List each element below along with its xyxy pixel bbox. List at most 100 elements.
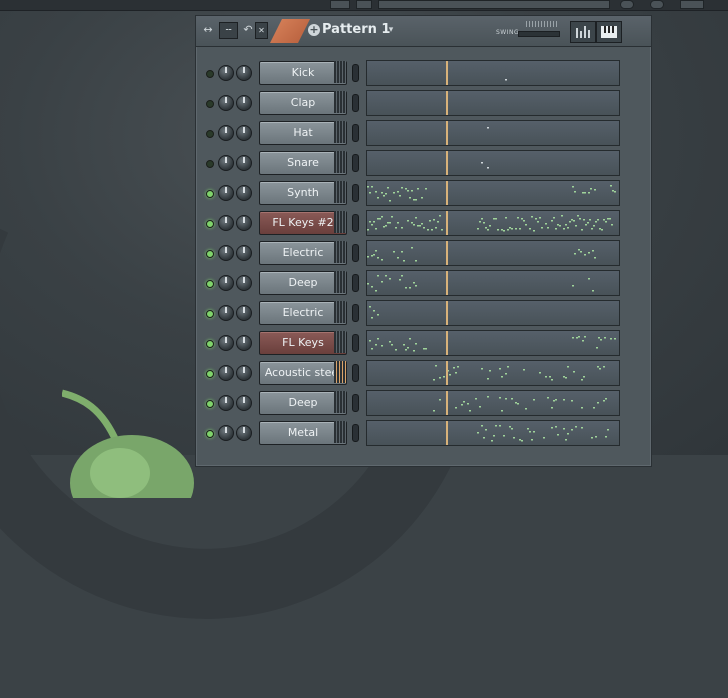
- channel-mute-toggle[interactable]: [352, 64, 359, 82]
- volume-knob[interactable]: [236, 335, 252, 351]
- piano-roll-preview[interactable]: [366, 300, 620, 326]
- volume-knob[interactable]: [236, 365, 252, 381]
- channel-select-grip[interactable]: [334, 181, 346, 203]
- pan-knob[interactable]: [218, 215, 234, 231]
- channel-led[interactable]: [206, 340, 214, 348]
- volume-knob[interactable]: [236, 305, 252, 321]
- add-pattern-icon[interactable]: +: [308, 24, 320, 36]
- toolbar-slider[interactable]: [378, 0, 610, 9]
- channel-mute-toggle[interactable]: [352, 394, 359, 412]
- channel-mute-toggle[interactable]: [352, 124, 359, 142]
- piano-roll-preview[interactable]: [366, 330, 620, 356]
- piano-roll-preview[interactable]: [366, 150, 620, 176]
- piano-roll-preview[interactable]: [366, 210, 620, 236]
- piano-roll-preview[interactable]: [366, 90, 620, 116]
- pattern-options-icon[interactable]: ╌: [219, 22, 238, 39]
- pan-knob[interactable]: [218, 335, 234, 351]
- channel-select-grip[interactable]: [334, 121, 346, 143]
- piano-roll-preview[interactable]: [366, 180, 620, 206]
- channel-select-grip[interactable]: [334, 91, 346, 113]
- channel-led[interactable]: [206, 370, 214, 378]
- pan-knob[interactable]: [218, 125, 234, 141]
- piano-roll-preview[interactable]: [366, 420, 620, 446]
- channel-mute-toggle[interactable]: [352, 424, 359, 442]
- note-mark: [559, 225, 561, 227]
- pan-knob[interactable]: [218, 395, 234, 411]
- channel-select-grip[interactable]: [334, 271, 346, 293]
- pan-knob[interactable]: [218, 65, 234, 81]
- piano-roll-view-button[interactable]: [596, 21, 622, 43]
- channel-led[interactable]: [206, 190, 214, 198]
- channel-mute-toggle[interactable]: [352, 334, 359, 352]
- volume-knob[interactable]: [236, 395, 252, 411]
- channel-led[interactable]: [206, 100, 214, 108]
- piano-roll-preview[interactable]: [366, 240, 620, 266]
- volume-knob[interactable]: [236, 95, 252, 111]
- piano-roll-preview[interactable]: [366, 360, 620, 386]
- volume-knob[interactable]: [236, 425, 252, 441]
- channel-led[interactable]: [206, 310, 214, 318]
- channel-led[interactable]: [206, 280, 214, 288]
- volume-knob[interactable]: [236, 185, 252, 201]
- pan-knob[interactable]: [218, 245, 234, 261]
- channel-led[interactable]: [206, 130, 214, 138]
- volume-knob[interactable]: [236, 125, 252, 141]
- channel-led[interactable]: [206, 250, 214, 258]
- channel-select-grip[interactable]: [334, 241, 346, 263]
- chevron-down-icon[interactable]: ▾: [386, 22, 396, 38]
- channel-led[interactable]: [206, 70, 214, 78]
- channel-select-grip[interactable]: [334, 361, 346, 383]
- piano-roll-preview[interactable]: [366, 120, 620, 146]
- piano-roll-preview[interactable]: [366, 390, 620, 416]
- note-mark: [439, 215, 441, 217]
- pan-knob[interactable]: [218, 275, 234, 291]
- pan-knob[interactable]: [218, 305, 234, 321]
- toolbar-button[interactable]: [680, 0, 704, 9]
- pan-knob[interactable]: [218, 365, 234, 381]
- toolbar-knob[interactable]: [650, 0, 664, 9]
- pattern-name[interactable]: Pattern 1: [322, 22, 390, 37]
- piano-roll-preview[interactable]: [366, 60, 620, 86]
- note-mark: [375, 250, 377, 252]
- channel-mute-toggle[interactable]: [352, 94, 359, 112]
- channel-select-grip[interactable]: [334, 391, 346, 413]
- volume-knob[interactable]: [236, 245, 252, 261]
- channel-mute-toggle[interactable]: [352, 274, 359, 292]
- pan-knob[interactable]: [218, 425, 234, 441]
- swing-slider[interactable]: [518, 31, 560, 37]
- channel-mute-toggle[interactable]: [352, 154, 359, 172]
- channel-select-grip[interactable]: [334, 421, 346, 443]
- channel-select-grip[interactable]: [334, 301, 346, 323]
- pan-knob[interactable]: [218, 95, 234, 111]
- channel-select-grip[interactable]: [334, 151, 346, 173]
- pan-knob[interactable]: [218, 155, 234, 171]
- graph-view-button[interactable]: [570, 21, 596, 43]
- channel-led[interactable]: [206, 160, 214, 168]
- toolbar-button[interactable]: [356, 0, 372, 9]
- channel-led[interactable]: [206, 430, 214, 438]
- channel-led[interactable]: [206, 220, 214, 228]
- close-icon[interactable]: ✕: [255, 22, 268, 39]
- channel-mute-toggle[interactable]: [352, 214, 359, 232]
- toolbar-knob[interactable]: [620, 0, 634, 9]
- volume-knob[interactable]: [236, 65, 252, 81]
- undo-icon[interactable]: ↶: [242, 22, 254, 38]
- channel-select-grip[interactable]: [334, 211, 346, 233]
- channel-mute-toggle[interactable]: [352, 304, 359, 322]
- channel-select-grip[interactable]: [334, 331, 346, 353]
- channel-rack-titlebar[interactable]: ↔ ╌ ↶ ✕ + Pattern 1 ▾ SWING: [196, 16, 651, 47]
- channel-mute-toggle[interactable]: [352, 184, 359, 202]
- volume-knob[interactable]: [236, 155, 252, 171]
- channel-mute-toggle[interactable]: [352, 244, 359, 262]
- channel-mute-toggle[interactable]: [352, 364, 359, 382]
- arrow-icon[interactable]: [270, 19, 310, 43]
- note-mark: [571, 429, 573, 431]
- resize-icon[interactable]: ↔: [202, 22, 214, 38]
- pan-knob[interactable]: [218, 185, 234, 201]
- piano-roll-preview[interactable]: [366, 270, 620, 296]
- volume-knob[interactable]: [236, 275, 252, 291]
- volume-knob[interactable]: [236, 215, 252, 231]
- channel-select-grip[interactable]: [334, 61, 346, 83]
- channel-led[interactable]: [206, 400, 214, 408]
- toolbar-button[interactable]: [330, 0, 350, 9]
